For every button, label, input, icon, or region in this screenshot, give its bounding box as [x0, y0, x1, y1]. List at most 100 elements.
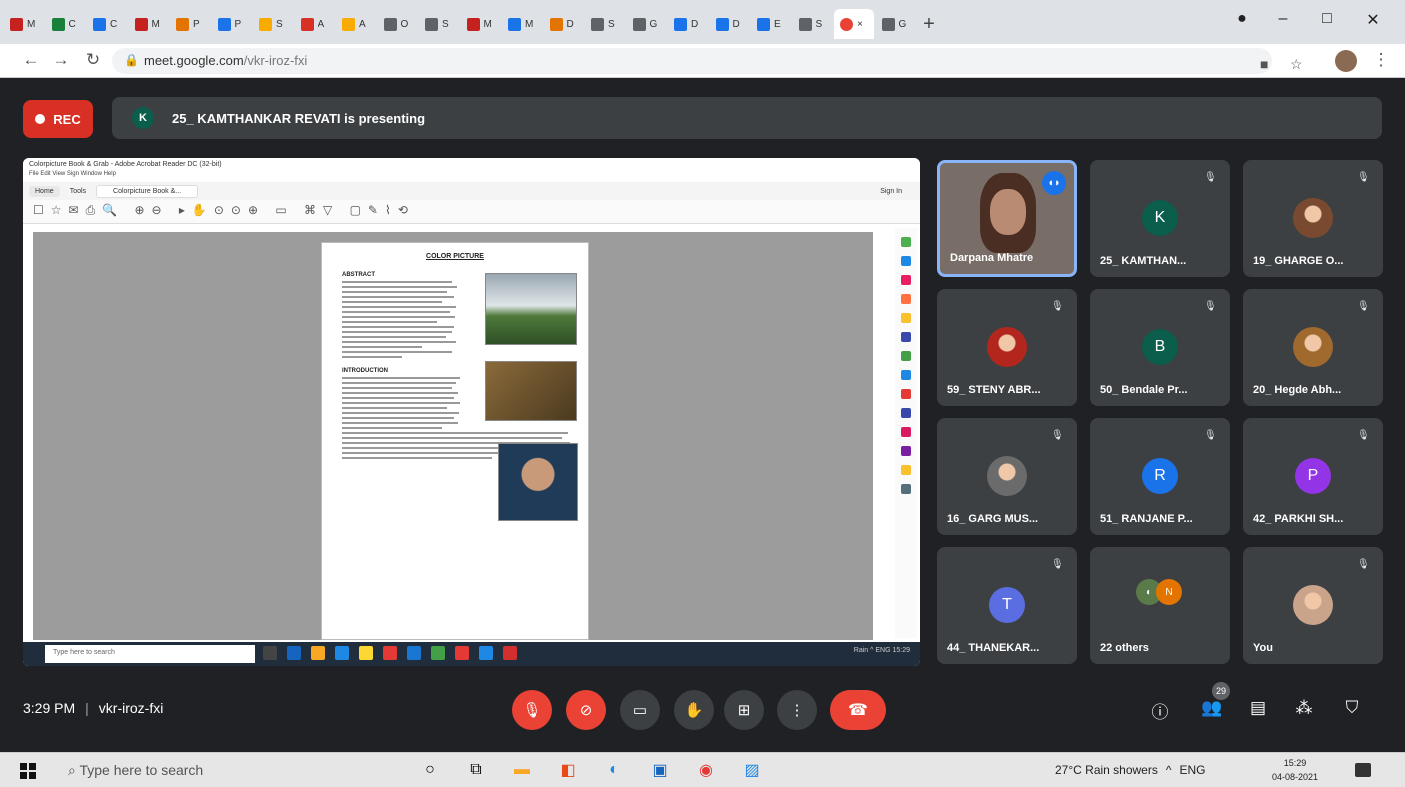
tab-label: O: [400, 18, 409, 30]
new-tab-button[interactable]: +: [917, 13, 941, 36]
participant-tile[interactable]: ◐ N 22 others: [1090, 547, 1230, 664]
participant-tile[interactable]: 🎙 59_ STENY ABR...: [937, 289, 1077, 406]
chat-icon[interactable]: ▤: [1246, 698, 1270, 718]
store-icon[interactable]: ▣: [650, 760, 670, 780]
profile-dot-icon[interactable]: ●: [1227, 10, 1257, 28]
participant-tile[interactable]: 🎙 You: [1243, 547, 1383, 664]
browser-tab[interactable]: D: [544, 9, 584, 39]
notification-icon[interactable]: [1355, 763, 1371, 777]
present-button[interactable]: ⊞: [724, 690, 764, 730]
browser-tab[interactable]: C: [46, 9, 86, 39]
url-input[interactable]: 🔒 meet.google.com/vkr-iroz-fxi ■ ☆: [112, 48, 1303, 74]
mic-muted-icon: 🎙: [1204, 301, 1217, 312]
meeting-time: 3:29 PM: [23, 700, 76, 716]
active-meet-tab[interactable]: ×: [834, 9, 874, 39]
windows-start-icon[interactable]: [20, 763, 36, 779]
leave-call-button[interactable]: ☎: [830, 690, 886, 730]
participant-tile[interactable]: 🎙 K 25_ KAMTHAN...: [1090, 160, 1230, 277]
lock-icon: 🔒: [124, 53, 139, 67]
language-indicator[interactable]: ENG: [1179, 763, 1205, 777]
browser-tab[interactable]: M: [129, 9, 169, 39]
browser-tab[interactable]: D: [668, 9, 708, 39]
tab-favicon-icon: [93, 17, 106, 31]
browser-tab[interactable]: M: [502, 9, 542, 39]
browser-tab[interactable]: A: [336, 9, 376, 39]
activities-icon[interactable]: ⁂: [1292, 698, 1316, 718]
meeting-details-icon[interactable]: ⓘ: [1148, 698, 1172, 723]
weather-text[interactable]: 27°C Rain showers: [1055, 763, 1158, 777]
pdf-doc-tab: Colorpicture Book &...: [96, 184, 199, 198]
photos-icon[interactable]: ▨: [742, 760, 762, 780]
captions-button[interactable]: ▭: [620, 690, 660, 730]
more-options-button[interactable]: ⋮: [777, 690, 817, 730]
browser-tab[interactable]: M: [4, 9, 44, 39]
close-tab-icon[interactable]: ×: [857, 19, 871, 30]
tab-label: M: [151, 18, 160, 30]
tab-label: E: [774, 18, 781, 30]
raise-hand-button[interactable]: ✋: [674, 690, 714, 730]
taskbar-search-input[interactable]: ⌕ Type here to search: [58, 759, 388, 783]
participant-name: 59_ STENY ABR...: [947, 384, 1041, 396]
browser-tab[interactable]: S: [585, 9, 625, 39]
browser-tab[interactable]: O: [378, 9, 418, 39]
mic-off-button[interactable]: 🎙: [512, 690, 552, 730]
task-view-icon[interactable]: ⧉: [466, 760, 486, 780]
pdf-page: COLOR PICTURE ABSTRACT INTRODUCTION: [321, 242, 589, 640]
participant-tile[interactable]: 🎙 T 44_ THANEKAR...: [937, 547, 1077, 664]
participant-tile[interactable]: 🎙 R 51_ RANJANE P...: [1090, 418, 1230, 535]
participant-name: Darpana Mhatre: [950, 252, 1034, 264]
participant-name: You: [1253, 642, 1273, 654]
browser-tab[interactable]: S: [419, 9, 459, 39]
pdf-home-tab: Home: [29, 185, 60, 197]
browser-tab[interactable]: S: [253, 9, 293, 39]
pdf-tabs: Home Tools Colorpicture Book &... Sign I…: [23, 182, 920, 200]
mic-muted-icon: 🎙: [1357, 301, 1370, 312]
browser-tab[interactable]: G: [627, 9, 667, 39]
recording-badge[interactable]: REC: [23, 100, 93, 138]
participant-tile[interactable]: 🎙 19_ GHARGE O...: [1243, 160, 1383, 277]
forward-icon[interactable]: →: [50, 50, 72, 70]
avatar[interactable]: [1335, 50, 1357, 72]
participant-tile[interactable]: 🎙 16_ GARG MUS...: [937, 418, 1077, 535]
shared-screen[interactable]: Colorpicture Book & Grab - Adobe Acrobat…: [23, 158, 920, 666]
maximize-button[interactable]: □: [1312, 10, 1342, 28]
menu-dots-icon[interactable]: ⋮: [1370, 50, 1392, 70]
participant-tile[interactable]: 🎙 P 42_ PARKHI SH...: [1243, 418, 1383, 535]
back-icon[interactable]: ←: [20, 50, 42, 70]
tab-label: P: [193, 18, 200, 30]
camera-off-button[interactable]: ⊘: [566, 690, 606, 730]
reload-icon[interactable]: ↻: [82, 50, 104, 70]
tab-favicon-icon: [466, 17, 480, 31]
file-explorer-icon[interactable]: ▬: [512, 760, 532, 780]
browser-tab[interactable]: S: [793, 9, 833, 39]
cortana-icon[interactable]: ○: [420, 760, 440, 780]
star-icon[interactable]: ☆: [1290, 56, 1303, 73]
browser-tab[interactable]: E: [751, 9, 791, 39]
office-icon[interactable]: ◧: [558, 760, 578, 780]
pdf-image-telescope: [485, 273, 577, 345]
browser-tab[interactable]: G: [876, 9, 916, 39]
browser-tab[interactable]: P: [212, 9, 252, 39]
minimize-button[interactable]: –: [1268, 10, 1298, 28]
clock-time: 15:29: [1283, 758, 1307, 768]
video-face: [990, 189, 1026, 235]
people-icon[interactable]: 👥: [1200, 698, 1224, 718]
participant-tile[interactable]: 🎙 B 50_ Bendale Pr...: [1090, 289, 1230, 406]
browser-tab[interactable]: P: [170, 9, 210, 39]
tray-chevron-icon[interactable]: ^: [1166, 763, 1172, 777]
edge-icon[interactable]: ◐: [604, 760, 624, 780]
tab-favicon-icon: [674, 17, 687, 31]
taskbar-clock[interactable]: 15:29 04-08-2021: [1272, 756, 1318, 784]
participant-tile[interactable]: ◖◗ Darpana Mhatre: [937, 160, 1077, 277]
browser-tab[interactable]: A: [295, 9, 335, 39]
camera-icon[interactable]: ■: [1260, 56, 1268, 72]
close-window-button[interactable]: ✕: [1358, 10, 1388, 30]
browser-tab[interactable]: C: [87, 9, 127, 39]
tab-label: C: [110, 18, 118, 30]
tab-label: P: [234, 18, 242, 30]
host-controls-icon[interactable]: ⛉: [1340, 698, 1364, 718]
browser-tab[interactable]: D: [710, 9, 750, 39]
chrome-icon[interactable]: ◉: [696, 760, 716, 780]
browser-tab[interactable]: M: [461, 9, 501, 39]
participant-tile[interactable]: 🎙 20_ Hegde Abh...: [1243, 289, 1383, 406]
